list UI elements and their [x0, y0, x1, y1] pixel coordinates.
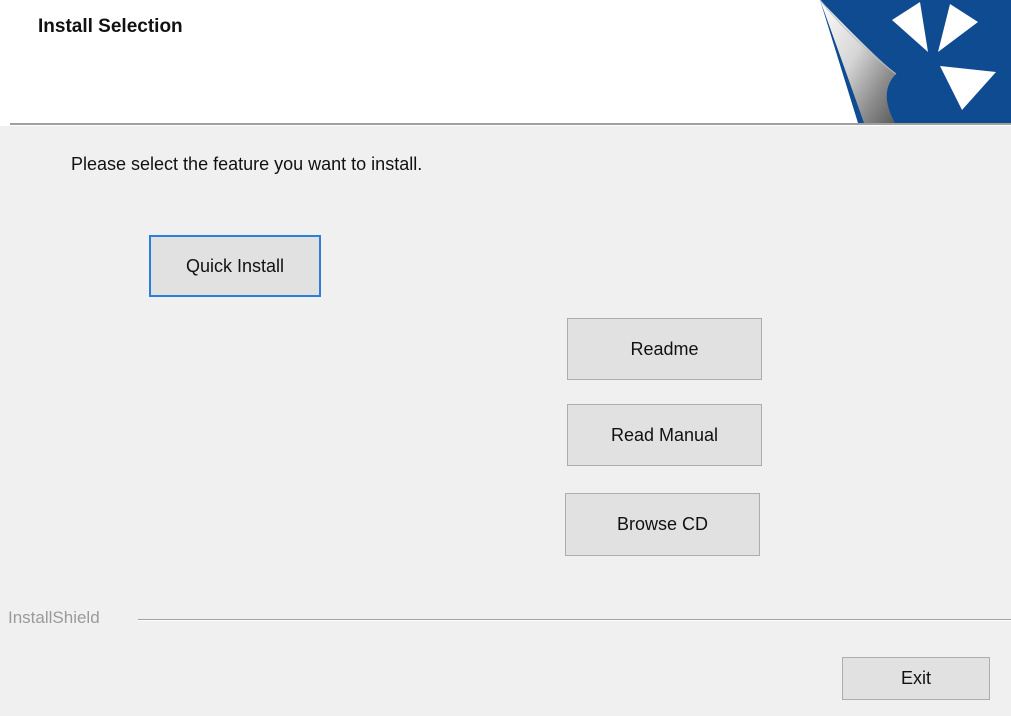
page-title: Install Selection — [38, 16, 183, 37]
installshield-logo-icon — [819, 0, 1011, 123]
quick-install-button[interactable]: Quick Install — [149, 235, 321, 297]
footer-divider — [138, 619, 1011, 621]
read-manual-button[interactable]: Read Manual — [567, 404, 762, 466]
installshield-brand-row: InstallShield — [0, 608, 1011, 632]
installshield-brand-label: InstallShield — [8, 608, 108, 628]
browse-cd-button[interactable]: Browse CD — [565, 493, 760, 556]
exit-button[interactable]: Exit — [842, 657, 990, 700]
dialog-body: Please select the feature you want to in… — [0, 126, 1011, 716]
readme-button[interactable]: Readme — [567, 318, 762, 380]
dialog-header: Install Selection — [0, 0, 1011, 123]
install-dialog: Install Selection Please select the feat… — [0, 0, 1011, 716]
instruction-text: Please select the feature you want to in… — [71, 154, 423, 174]
